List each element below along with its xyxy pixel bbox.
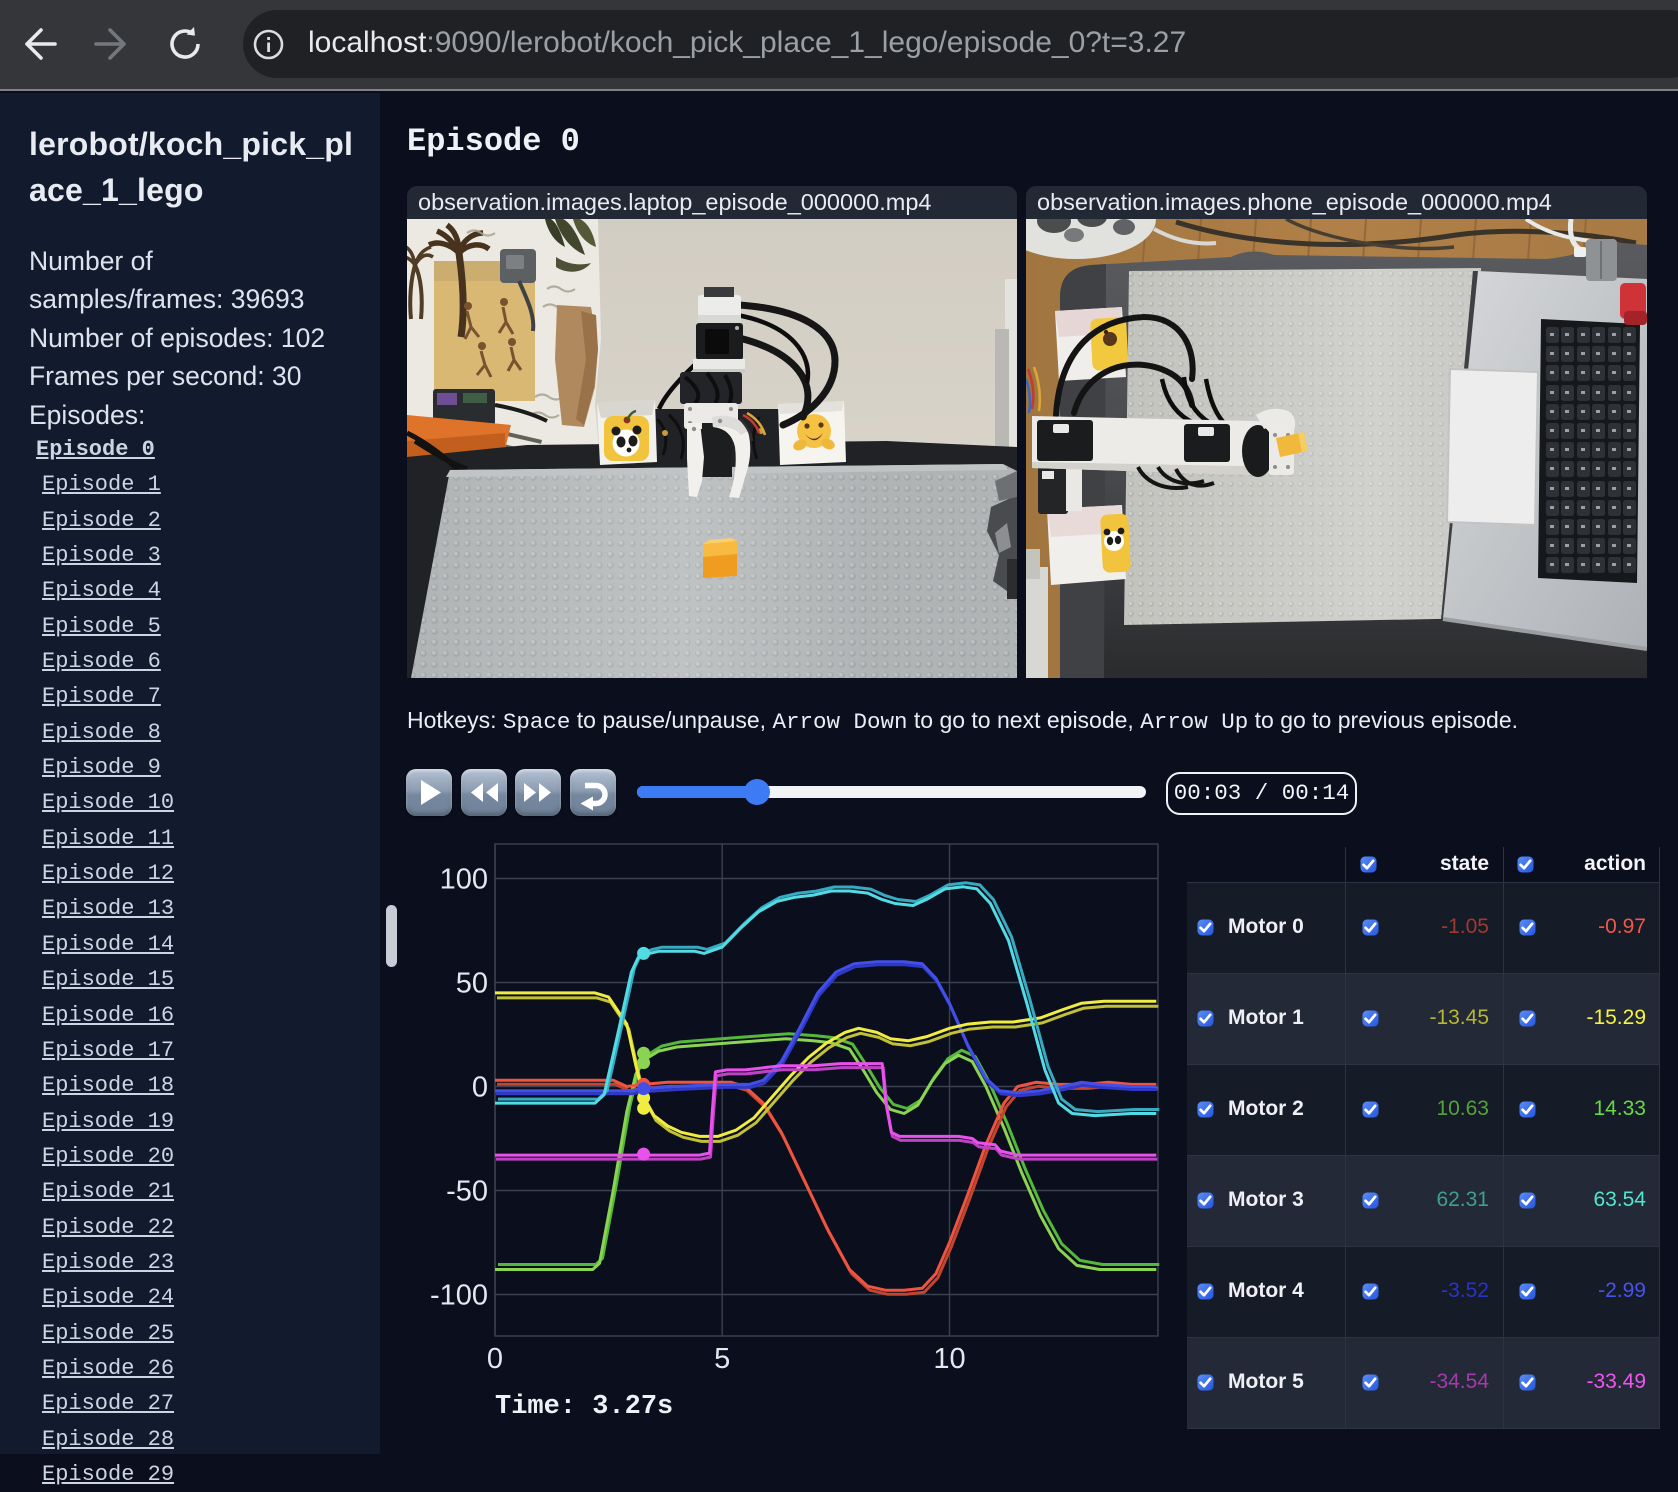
svg-text:5: 5 xyxy=(714,1343,730,1375)
svg-text:-50: -50 xyxy=(446,1176,488,1208)
svg-text:50: 50 xyxy=(456,968,488,1000)
svg-text:10: 10 xyxy=(933,1343,965,1375)
svg-text:Time: 3.27s: Time: 3.27s xyxy=(495,1392,673,1422)
svg-text:-100: -100 xyxy=(430,1280,488,1312)
svg-text:100: 100 xyxy=(440,864,488,896)
svg-text:0: 0 xyxy=(487,1343,503,1375)
svg-text:0: 0 xyxy=(472,1072,488,1104)
